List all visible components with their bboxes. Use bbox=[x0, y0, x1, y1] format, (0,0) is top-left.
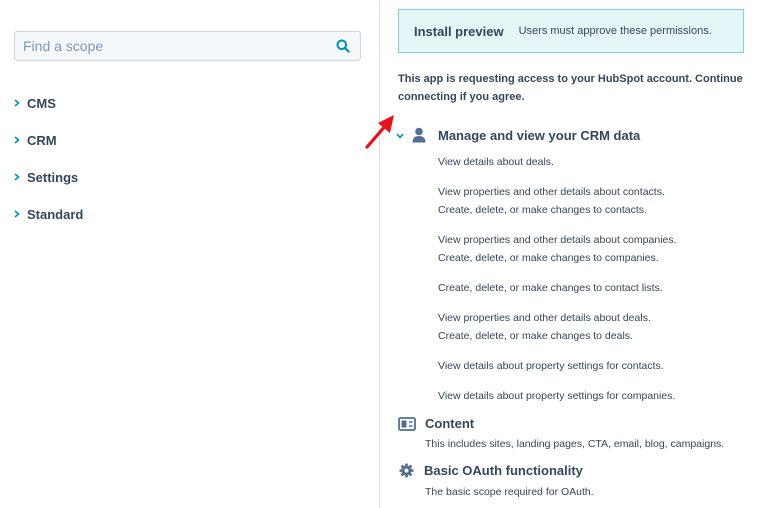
scope-item-cms[interactable]: CMS bbox=[14, 94, 83, 112]
permission-item: View details about property settings for… bbox=[438, 360, 664, 372]
permission-item: Create, delete, or make changes to compa… bbox=[438, 252, 659, 264]
chevron-right-icon bbox=[14, 208, 26, 220]
banner-title: Install preview bbox=[414, 23, 504, 39]
install-preview-panel: Install preview Users must approve these… bbox=[381, 0, 757, 508]
scope-item-standard[interactable]: Standard bbox=[14, 205, 83, 223]
search-input[interactable] bbox=[15, 32, 325, 60]
scope-item-label: CMS bbox=[27, 95, 56, 111]
access-request-line: This app is requesting access to your Hu… bbox=[398, 73, 743, 85]
permission-item: View properties and other details about … bbox=[438, 312, 651, 324]
access-request-line: connecting if you agree. bbox=[398, 91, 525, 103]
oauth-group-title: Basic OAuth functionality bbox=[424, 463, 583, 478]
scope-item-label: Standard bbox=[27, 206, 84, 222]
scope-item-label: CRM bbox=[27, 132, 57, 148]
scope-list: CMS CRM Settings Standard bbox=[14, 94, 83, 242]
annotation-arrow-icon bbox=[365, 115, 394, 149]
scope-item-crm[interactable]: CRM bbox=[14, 131, 83, 149]
permission-item: View properties and other details about … bbox=[438, 234, 677, 246]
scope-search[interactable] bbox=[14, 31, 361, 61]
chevron-right-icon bbox=[14, 97, 26, 109]
crm-group-title: Manage and view your CRM data bbox=[438, 127, 641, 143]
oauth-group-header: Basic OAuth functionality bbox=[399, 463, 583, 478]
access-request-text: This app is requesting access to your Hu… bbox=[398, 70, 748, 106]
scope-item-settings[interactable]: Settings bbox=[14, 168, 83, 186]
scope-item-label: Settings bbox=[27, 169, 79, 185]
crm-group-header[interactable]: Manage and view your CRM data bbox=[396, 127, 640, 143]
user-icon bbox=[412, 127, 426, 143]
chevron-right-icon bbox=[14, 134, 26, 146]
content-group-title: Content bbox=[425, 416, 475, 431]
permission-item: Create, delete, or make changes to conta… bbox=[438, 282, 663, 294]
search-icon[interactable] bbox=[336, 39, 350, 53]
content-group-description: This includes sites, landing pages, CTA,… bbox=[425, 438, 725, 450]
oauth-group-description: The basic scope required for OAuth. bbox=[425, 486, 594, 498]
permission-item: View details about deals. bbox=[438, 156, 554, 168]
chevron-right-icon bbox=[14, 171, 26, 183]
install-preview-banner: Install preview Users must approve these… bbox=[398, 9, 744, 53]
permission-item: View properties and other details about … bbox=[438, 186, 665, 198]
permission-item: Create, delete, or make changes to conta… bbox=[438, 204, 647, 216]
banner-subtitle: Users must approve these permissions. bbox=[518, 25, 712, 37]
scope-panel: CMS CRM Settings Standard bbox=[0, 0, 380, 508]
content-layout-icon bbox=[398, 416, 416, 431]
content-group-header: Content bbox=[398, 416, 474, 431]
permission-item: View details about property settings for… bbox=[438, 390, 676, 402]
gear-icon bbox=[399, 463, 414, 478]
permission-item: Create, delete, or make changes to deals… bbox=[438, 330, 633, 342]
